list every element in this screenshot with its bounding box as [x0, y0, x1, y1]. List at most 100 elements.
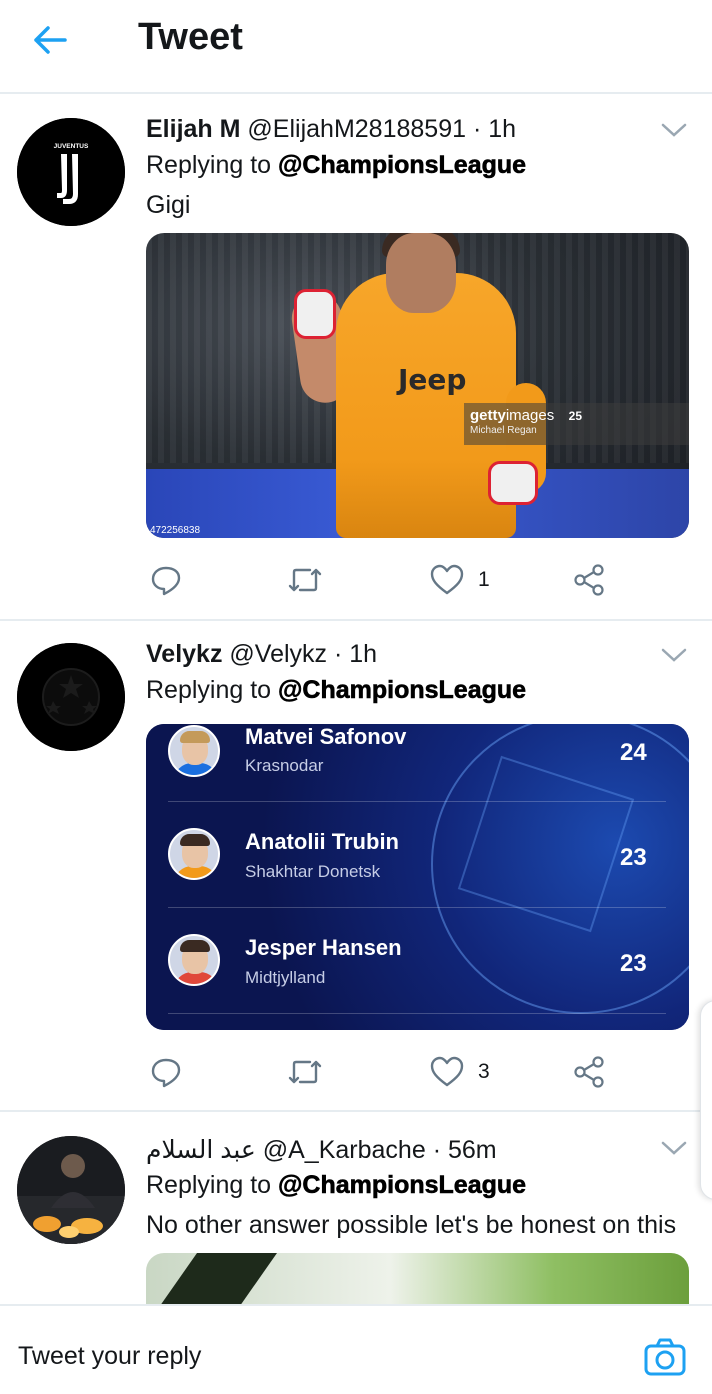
watermark-years: 25 — [568, 409, 583, 423]
reply-icon — [151, 566, 181, 596]
reply-button[interactable] — [150, 560, 182, 600]
player-avatar — [168, 828, 220, 880]
retweet-button[interactable] — [286, 560, 324, 600]
player-shirt — [174, 866, 218, 878]
photo-glove — [488, 461, 538, 505]
share-button[interactable] — [572, 1052, 606, 1092]
getty-watermark: gettyimages 25 Michael Regan — [464, 403, 689, 445]
like-button[interactable]: 3 — [430, 1052, 490, 1092]
player-club: Shakhtar Donetsk — [245, 862, 381, 881]
reply-prefix: Replying to — [146, 151, 272, 179]
tweet-actions: 1 — [146, 560, 616, 600]
chevron-down-icon[interactable] — [660, 645, 688, 665]
tweet-header: Velykz @Velykz · 1h — [146, 640, 377, 669]
replying-to: Replying to @ChampionsLeague — [146, 151, 526, 180]
display-name[interactable]: Elijah M — [146, 115, 240, 143]
shirt-sponsor: Jeep — [398, 363, 467, 396]
chevron-down-icon[interactable] — [660, 120, 688, 140]
heart-icon — [430, 1056, 464, 1087]
tweet[interactable]: عبد السلام @A_Karbache · 56m Replying to… — [0, 1112, 712, 1313]
back-arrow-icon[interactable] — [28, 18, 72, 62]
reply-composer: Tweet your reply — [0, 1304, 712, 1394]
like-button[interactable]: 1 — [430, 560, 490, 600]
tweet-text: No other answer possible let's be honest… — [146, 1211, 677, 1239]
reply-icon — [151, 1058, 181, 1088]
stats-row: Anatolii Trubin Shakhtar Donetsk 23 — [168, 802, 666, 908]
tweet[interactable]: JUVENTUS Elijah M @ElijahM28188591 · 1h … — [0, 96, 712, 621]
tweet-header: عبد السلام @A_Karbache · 56m — [146, 1135, 497, 1165]
player-avatar — [168, 934, 220, 986]
reply-to-link[interactable]: @ChampionsLeague — [278, 151, 527, 180]
reply-to-link[interactable]: @ChampionsLeague — [278, 1171, 527, 1200]
juventus-logo-icon: JUVENTUS — [17, 118, 125, 226]
tweet-photo[interactable]: Jeep gettyimages 25 Michael Regan 472256… — [146, 233, 689, 538]
player-shirt — [174, 763, 218, 775]
tweet[interactable]: Velykz @Velykz · 1h Replying to @Champio… — [0, 621, 712, 1112]
timestamp: 1h — [349, 640, 378, 668]
reply-to-link[interactable]: @ChampionsLeague — [278, 676, 527, 705]
page-title: Tweet — [138, 16, 243, 58]
photo-content: Jeep gettyimages 25 Michael Regan 472256… — [146, 233, 689, 538]
user-handle[interactable]: @Velykz — [229, 640, 327, 668]
share-button[interactable] — [572, 560, 606, 600]
player-name: Anatolii Trubin — [245, 829, 399, 854]
player-name: Matvei Safonov — [245, 724, 407, 749]
top-bar: Tweet — [0, 0, 712, 94]
tweet-header: Elijah M @ElijahM28188591 · 1h — [146, 115, 516, 144]
tweet-stats-card[interactable]: Matvei Safonov Krasnodar 24 Anatolii Tru… — [146, 724, 689, 1030]
tweet-text: Gigi — [146, 191, 191, 219]
watermark-brand: gettyimages — [470, 407, 555, 424]
player-avatar — [168, 725, 220, 777]
retweet-button[interactable] — [286, 1052, 324, 1092]
image-id: 472256838 — [150, 525, 201, 536]
separator: · — [334, 640, 343, 668]
share-icon — [574, 564, 604, 596]
player-stat-value: 23 — [620, 950, 647, 977]
share-icon — [574, 1056, 604, 1088]
separator: · — [472, 115, 482, 143]
player-club: Midtjylland — [245, 968, 326, 987]
timestamp: 56m — [447, 1136, 497, 1164]
avatar-text: JUVENTUS — [54, 143, 89, 150]
reply-button[interactable] — [150, 1052, 182, 1092]
display-name[interactable]: Velykz — [146, 640, 222, 668]
player-stat-value: 23 — [620, 844, 647, 871]
retweet-icon — [288, 568, 322, 592]
retweet-icon — [288, 1060, 322, 1084]
photo-glove — [294, 289, 336, 339]
tweet-actions: 3 — [146, 1052, 616, 1092]
user-handle[interactable]: @ElijahM28188591 — [247, 115, 466, 143]
camera-icon[interactable] — [643, 1336, 687, 1380]
edge-panel-handle[interactable] — [700, 1000, 712, 1200]
avatar[interactable]: JUVENTUS — [17, 118, 125, 226]
avatar[interactable] — [17, 1136, 125, 1244]
reply-prefix: Replying to — [146, 1171, 272, 1199]
replying-to: Replying to @ChampionsLeague — [146, 1171, 526, 1200]
player-hair — [180, 731, 210, 743]
like-count: 1 — [478, 568, 490, 591]
like-count: 3 — [478, 1060, 490, 1083]
champions-league-starball-icon — [17, 643, 125, 751]
separator: · — [432, 1136, 442, 1164]
player-name: Jesper Hansen — [245, 935, 402, 960]
player-club: Krasnodar — [245, 756, 324, 775]
stats-card: Matvei Safonov Krasnodar 24 Anatolii Tru… — [146, 724, 689, 1030]
reply-prefix: Replying to — [146, 676, 272, 704]
user-handle[interactable]: @A_Karbache — [263, 1136, 426, 1164]
replying-to: Replying to @ChampionsLeague — [146, 676, 526, 705]
user-photo-avatar — [17, 1136, 125, 1244]
stats-row: Jesper Hansen Midtjylland 23 — [168, 908, 666, 1014]
avatar[interactable] — [17, 643, 125, 751]
player-stat-value: 24 — [620, 739, 647, 766]
player-hair — [180, 940, 210, 952]
chevron-down-icon[interactable] — [660, 1138, 688, 1158]
display-name[interactable]: عبد السلام — [146, 1136, 256, 1164]
timestamp: 1h — [488, 115, 517, 143]
watermark-credit: Michael Regan — [470, 425, 537, 436]
stats-row: Matvei Safonov Krasnodar 24 — [168, 724, 666, 802]
reply-input[interactable]: Tweet your reply — [18, 1342, 201, 1371]
player-shirt — [174, 972, 218, 984]
heart-icon — [430, 564, 464, 595]
player-hair — [180, 834, 210, 846]
photo-head — [386, 233, 456, 313]
